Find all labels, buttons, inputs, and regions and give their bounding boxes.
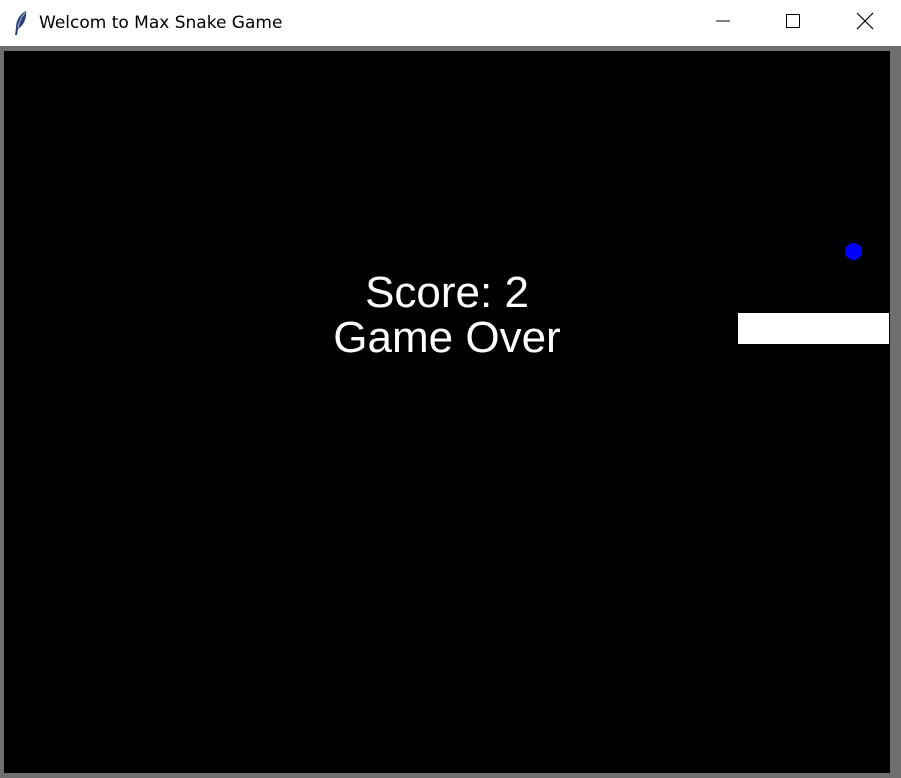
close-button[interactable] xyxy=(828,0,901,46)
score-label: Score: 2 xyxy=(365,268,529,317)
maximize-icon xyxy=(785,13,801,33)
minimize-button[interactable] xyxy=(688,0,758,46)
maximize-button[interactable] xyxy=(758,0,828,46)
game-over-label: Game Over xyxy=(333,313,561,362)
minimize-icon xyxy=(715,13,731,33)
food-dot xyxy=(845,243,862,260)
title-bar[interactable]: Welcom to Max Snake Game xyxy=(0,0,901,46)
feather-icon xyxy=(12,10,30,36)
window-title: Welcom to Max Snake Game xyxy=(39,13,283,33)
app-window: Welcom to Max Snake Game Score: 2 Game O… xyxy=(0,0,901,778)
close-icon xyxy=(856,12,874,34)
game-canvas[interactable] xyxy=(4,51,890,773)
